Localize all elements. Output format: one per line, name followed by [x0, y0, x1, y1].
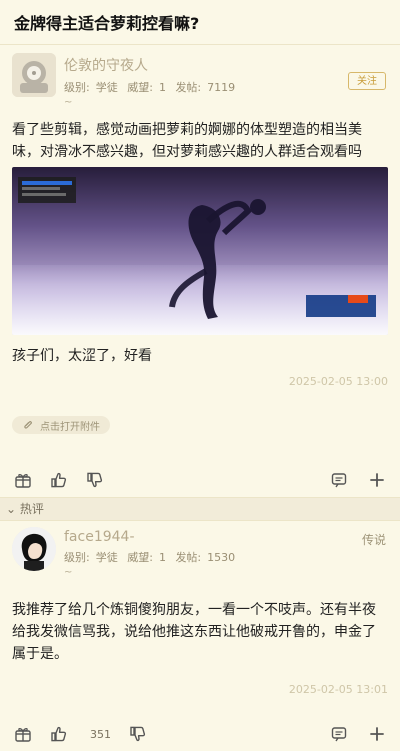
diving-helmet-icon — [12, 53, 56, 97]
hot-comments-header: ⌄ 热评 — [0, 497, 400, 521]
follow-button[interactable]: 关注 — [348, 72, 386, 90]
anime-avatar-icon — [12, 527, 56, 571]
post-actions-right — [330, 471, 386, 489]
comment-text: 我推荐了给几个炼铜傻狗朋友，一看一个不吱声。还有半夜给我发微信骂我，说给他推这东… — [12, 602, 376, 662]
posts-label: 发帖: — [175, 81, 202, 94]
top-bar: 金牌得主适合萝莉控看嘛? — [0, 0, 400, 45]
commenter-posts-label: 发帖: — [175, 551, 202, 564]
commenter-name[interactable]: face1944- — [64, 529, 388, 545]
post-actions — [0, 463, 400, 497]
gift-icon[interactable] — [14, 471, 32, 489]
commenter-meta: face1944- 级别: 学徒 威望: 1 发帖: 1530 ~ — [64, 527, 388, 589]
plus-icon[interactable] — [368, 471, 386, 489]
level-value: 学徒 — [95, 81, 118, 94]
commenter-reputation-value: 1 — [158, 551, 166, 564]
post-caption: 孩子们，太涩了，好看 — [12, 348, 152, 364]
open-attachment-button[interactable]: 点击打开附件 — [12, 416, 110, 434]
author-name[interactable]: 伦敦的守夜人 — [64, 55, 388, 75]
commenter-stats: 级别: 学徒 威望: 1 发帖: 1530 — [64, 549, 388, 565]
comment-actions: 351 — [0, 717, 400, 751]
post-text: 看了些剪辑，感觉动画把萝莉的婀娜的体型塑造的相当美味，对滑冰不感兴趣，但对萝莉感… — [12, 122, 362, 160]
thumbs-down-icon[interactable] — [86, 471, 104, 489]
commenter-avatar[interactable] — [12, 527, 56, 571]
hot-comments-label: ⌄ 热评 — [0, 498, 400, 520]
commenter-title-badge: 传说 — [361, 533, 386, 547]
comment-plus-icon[interactable] — [368, 725, 386, 743]
comment-thumbs-down-icon[interactable] — [129, 725, 147, 743]
author-avatar[interactable] — [12, 53, 56, 97]
thumbs-up-icon[interactable] — [50, 471, 68, 489]
author-meta: 伦敦的守夜人 级别: 学徒 威望: 1 发帖: 7119 ~ — [64, 53, 388, 115]
comment-thumbs-up-icon[interactable] — [50, 725, 68, 743]
commenter-reputation-label: 威望: — [127, 551, 153, 564]
post-image[interactable] — [12, 167, 388, 335]
commenter-subline: ~ — [64, 567, 73, 578]
chevron-down-icon: ⌄ — [6, 502, 17, 516]
comment-actions-right — [330, 725, 386, 743]
figure-skating-icon — [12, 167, 388, 335]
comment-icon[interactable] — [330, 471, 348, 489]
comment-author-row: face1944- 级别: 学徒 威望: 1 发帖: 1530 ~ 传说 — [0, 519, 400, 589]
commenter-level-value: 学徒 — [95, 551, 118, 564]
author-stats: 级别: 学徒 威望: 1 发帖: 7119 — [64, 79, 388, 95]
post-actions-left — [14, 471, 104, 489]
attachment-label: 点击打开附件 — [40, 421, 100, 433]
post-author-row: 伦敦的守夜人 级别: 学徒 威望: 1 发帖: 7119 ~ — [0, 45, 400, 115]
comment-actions-left: 351 — [14, 725, 147, 743]
commenter-level-label: 级别: — [64, 551, 90, 564]
thread-title: 金牌得主适合萝莉控看嘛? — [14, 14, 200, 33]
author-subline: ~ — [64, 97, 73, 108]
comment-gift-icon[interactable] — [14, 725, 32, 743]
comment-reply-icon[interactable] — [330, 725, 348, 743]
paperclip-icon — [24, 421, 32, 429]
hot-label-text: 热评 — [19, 502, 44, 516]
comment-like-count: 351 — [90, 727, 111, 741]
comment-timestamp: 2025-02-05 13:01 — [288, 683, 388, 696]
post-content: 看了些剪辑，感觉动画把萝莉的婀娜的体型塑造的相当美味，对滑冰不感兴趣，但对萝莉感… — [0, 115, 400, 365]
posts-value: 7119 — [207, 81, 236, 94]
commenter-posts-value: 1530 — [207, 551, 236, 564]
level-label: 级别: — [64, 81, 90, 94]
comment-item: face1944- 级别: 学徒 威望: 1 发帖: 1530 ~ 传说 我推荐了给几… — [0, 519, 400, 696]
reputation-value: 1 — [158, 81, 166, 94]
reputation-label: 威望: — [127, 81, 153, 94]
post-timestamp: 2025-02-05 13:00 — [288, 375, 388, 388]
